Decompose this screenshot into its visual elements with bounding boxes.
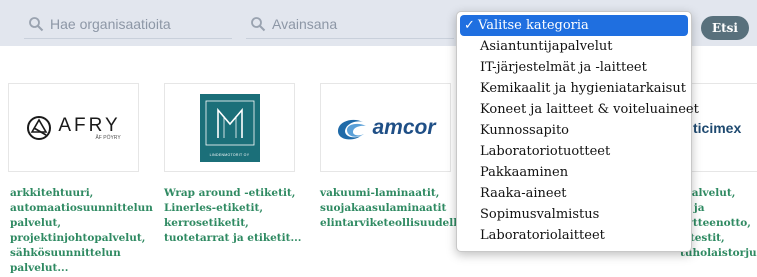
category-option[interactable]: Sopimusvalmistus bbox=[460, 204, 688, 225]
category-option[interactable]: Kunnossapito bbox=[460, 120, 688, 141]
card-description-afry[interactable]: arkkitehtuuri, automaatiosuunnittelun pa… bbox=[10, 186, 153, 276]
monogram-logo: LINDENMOTORIT OY bbox=[199, 93, 260, 162]
search-button[interactable]: Etsi bbox=[701, 16, 749, 40]
organisation-search-field[interactable]: Hae organisaatioita bbox=[24, 10, 232, 39]
category-dropdown-menu[interactable]: ✓ Valitse kategoria Asiantuntijapalvelut … bbox=[456, 11, 699, 252]
category-option[interactable]: Koneet ja laitteet & voiteluaineet bbox=[460, 99, 699, 120]
category-option[interactable]: Raaka-aineet bbox=[460, 183, 688, 204]
monogram-logo-mark bbox=[205, 100, 254, 145]
amcor-logo-mark bbox=[338, 119, 367, 139]
organisation-search-placeholder: Hae organisaatioita bbox=[50, 16, 171, 32]
card-description-amcor[interactable]: vakuumi-laminaatit, suojakaasulaminaatit… bbox=[320, 186, 464, 231]
search-icon bbox=[251, 17, 266, 32]
category-option[interactable]: Pakkaaminen bbox=[460, 162, 688, 183]
category-option-selected[interactable]: ✓ Valitse kategoria bbox=[460, 15, 688, 36]
category-option[interactable]: IT-järjestelmät ja -laitteet bbox=[460, 57, 688, 78]
company-card-monogram[interactable]: LINDENMOTORIT OY bbox=[164, 83, 295, 172]
afry-logo-mark bbox=[27, 115, 52, 140]
card-description-monogram[interactable]: Wrap around -etiketit, Linerles-etiketit… bbox=[164, 186, 301, 246]
category-option[interactable]: Laboratoriolaitteet bbox=[460, 225, 688, 246]
amcor-logo-text: amcor bbox=[372, 115, 436, 139]
category-option[interactable]: Kemikaalit ja hygieniatarkaisut bbox=[460, 78, 688, 99]
ticimex-logo-text: ticimex bbox=[693, 119, 742, 136]
company-card-amcor[interactable]: amcor bbox=[320, 83, 451, 172]
afry-logo: AFRY ÅF PÖYRY bbox=[26, 114, 121, 141]
checkmark-icon: ✓ bbox=[464, 18, 475, 33]
category-option[interactable]: Asiantuntijapalvelut bbox=[460, 36, 688, 57]
company-card-afry[interactable]: AFRY ÅF PÖYRY bbox=[8, 83, 139, 172]
monogram-logo-text: LINDENMOTORIT OY bbox=[209, 152, 250, 157]
keyword-search-placeholder: Avainsana bbox=[272, 16, 338, 32]
amcor-logo: amcor bbox=[335, 115, 436, 141]
afry-logo-text: AFRY bbox=[58, 114, 121, 136]
category-option-label: Valitse kategoria bbox=[478, 18, 589, 33]
search-icon bbox=[29, 17, 44, 32]
keyword-search-field[interactable]: Avainsana bbox=[246, 10, 454, 39]
category-option[interactable]: Laboratoriotuotteet bbox=[460, 141, 688, 162]
